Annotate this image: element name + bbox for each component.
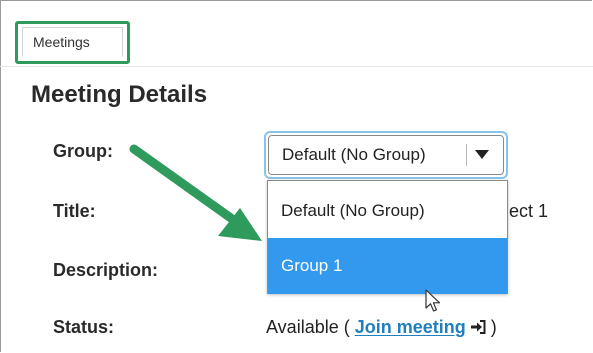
mouse-pointer-icon bbox=[425, 289, 441, 312]
green-annotation-arrow bbox=[129, 144, 262, 241]
